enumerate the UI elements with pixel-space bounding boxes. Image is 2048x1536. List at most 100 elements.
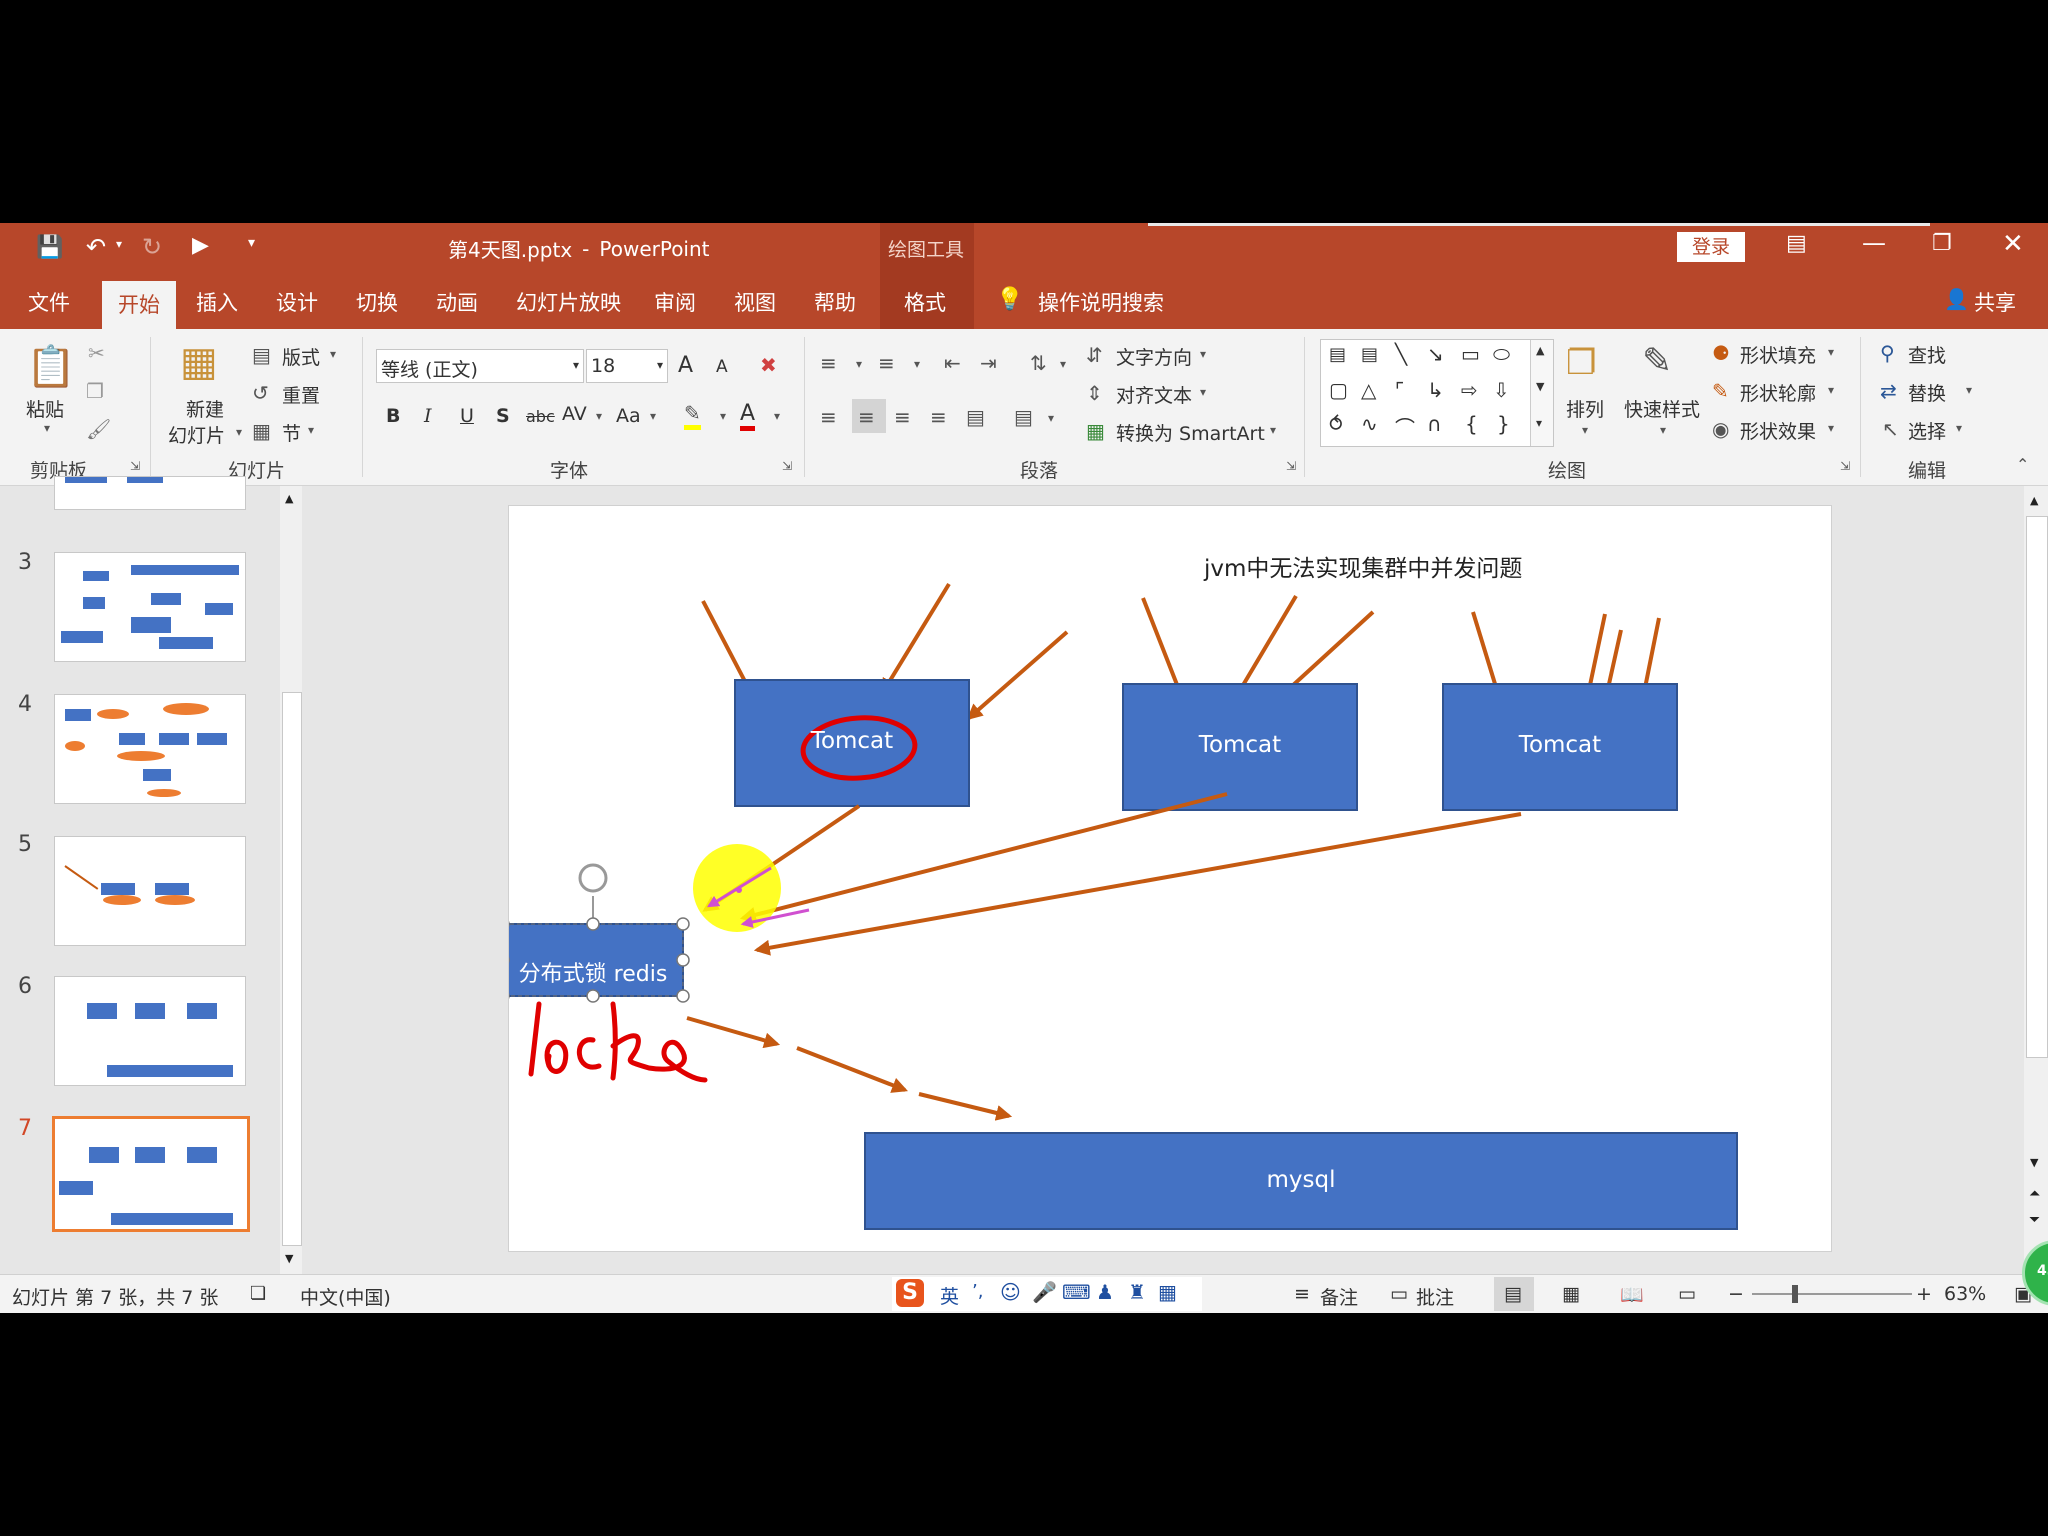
right-arrow-shape-icon[interactable]: ⇨ <box>1461 378 1478 402</box>
gallery-up-icon[interactable]: ▲ <box>1536 344 1544 357</box>
scribble-icon[interactable]: ∿ <box>1361 412 1378 436</box>
slide-thumbnail-4[interactable] <box>54 694 246 804</box>
font-size-select[interactable]: 18 ▾ <box>586 349 668 383</box>
shape-outline-icon[interactable]: ✎ <box>1712 379 1729 403</box>
lightbulb-icon[interactable]: 💡 <box>996 287 1023 312</box>
arrow-line-icon[interactable]: ↘ <box>1427 342 1444 366</box>
replace-dropdown-icon[interactable]: ▾ <box>1966 383 1972 397</box>
align-text-button[interactable]: 对齐文本 <box>1116 381 1192 408</box>
tab-transitions[interactable]: 切换 <box>356 287 398 317</box>
previous-slide-icon[interactable]: ⏶ <box>2029 1186 2040 1202</box>
arrange-dropdown-icon[interactable]: ▾ <box>1582 423 1588 437</box>
align-center-icon[interactable]: ≡ <box>858 405 875 429</box>
paste-dropdown-icon[interactable]: ▾ <box>44 421 50 435</box>
ribbon-display-options-icon[interactable]: ▤ <box>1786 231 1807 256</box>
resize-handle[interactable] <box>586 989 600 1003</box>
ime-lang[interactable]: 英 <box>940 1282 959 1309</box>
freeform-icon[interactable]: ⥀ <box>1329 412 1343 436</box>
reset-icon[interactable]: ↺ <box>252 381 269 405</box>
paste-icon[interactable]: 📋 <box>26 343 76 390</box>
new-slide-label-1[interactable]: 新建 <box>186 395 224 422</box>
slide-canvas[interactable]: jvm中无法实现集群中并发问题 Tomcat Tomcat Tomcat 分布式… <box>508 505 1832 1252</box>
distributed-icon[interactable]: ▤ <box>966 405 985 429</box>
oval-shape-icon[interactable]: ⬭ <box>1493 342 1510 366</box>
smartart-dropdown-icon[interactable]: ▾ <box>1270 423 1276 437</box>
decrease-indent-icon[interactable]: ⇤ <box>944 351 961 375</box>
tell-me-search[interactable]: 操作说明搜索 <box>1038 287 1164 317</box>
section-dropdown-icon[interactable]: ▾ <box>308 423 314 437</box>
change-case-button[interactable]: Aa <box>616 405 641 427</box>
collapse-ribbon-icon[interactable]: ⌃ <box>2016 455 2029 474</box>
layout-button[interactable]: 版式 <box>282 343 320 370</box>
reset-button[interactable]: 重置 <box>282 381 320 408</box>
tab-insert[interactable]: 插入 <box>196 287 238 317</box>
gallery-down-icon[interactable]: ▼ <box>1536 380 1544 393</box>
numbering-icon[interactable]: ≡ <box>878 351 895 375</box>
lock-request-arrow[interactable] <box>753 812 1522 956</box>
line-spacing-icon[interactable]: ⇅ <box>1030 351 1047 375</box>
char-spacing-button[interactable]: AV <box>562 403 587 425</box>
editor-scrollbar[interactable]: ▲ ▼ ⏶ ⏷ <box>2024 486 2048 1274</box>
quick-styles-button[interactable]: 快速样式 <box>1624 395 1700 422</box>
paragraph-launcher-icon[interactable]: ⇲ <box>1286 459 1296 473</box>
reading-view-icon[interactable]: 📖 <box>1620 1283 1644 1306</box>
shape-fill-icon[interactable]: ⚈ <box>1712 341 1730 365</box>
shape-fill-button[interactable]: 形状填充 <box>1740 341 1816 368</box>
restore-icon[interactable]: ❐ <box>1932 231 1952 256</box>
share-person-icon[interactable]: 👤 <box>1944 287 1969 311</box>
scroll-thumb[interactable] <box>2026 516 2048 1058</box>
comments-button[interactable]: 批注 <box>1416 1283 1454 1310</box>
font-launcher-icon[interactable]: ⇲ <box>782 459 792 473</box>
bullets-dropdown-icon[interactable]: ▾ <box>856 357 862 371</box>
scroll-up-icon[interactable]: ▲ <box>2030 494 2038 507</box>
quick-styles-dropdown-icon[interactable]: ▾ <box>1660 423 1666 437</box>
share-button[interactable]: 共享 <box>1974 287 2016 317</box>
scroll-up-icon[interactable]: ▲ <box>285 492 293 505</box>
shape-effects-icon[interactable]: ◉ <box>1712 417 1729 441</box>
request-arrow[interactable] <box>881 582 951 695</box>
minimize-icon[interactable]: — <box>1862 229 1886 257</box>
select-dropdown-icon[interactable]: ▾ <box>1956 421 1962 435</box>
replace-icon[interactable]: ⇄ <box>1880 379 1897 403</box>
rounded-rect-icon[interactable]: ▢ <box>1329 378 1348 402</box>
format-painter-icon[interactable]: 🖌 <box>86 417 111 441</box>
quick-styles-icon[interactable]: ✎ <box>1642 341 1672 382</box>
highlight-dropdown-icon[interactable]: ▾ <box>720 409 726 423</box>
elbow-arrow-icon[interactable]: ↳ <box>1427 378 1444 402</box>
redo-icon[interactable]: ↻ <box>142 233 162 261</box>
grow-font-button[interactable]: A <box>678 353 693 378</box>
drawing-launcher-icon[interactable]: ⇲ <box>1840 459 1850 473</box>
slide-thumbnail-2[interactable] <box>54 476 246 510</box>
spellcheck-icon[interactable]: ❏ <box>250 1283 266 1304</box>
tab-help[interactable]: 帮助 <box>814 287 856 317</box>
shape-effects-dropdown-icon[interactable]: ▾ <box>1828 421 1834 435</box>
vertical-text-box-icon[interactable]: ▤ <box>1361 344 1378 365</box>
clear-format-icon[interactable]: ✖ <box>760 353 777 377</box>
line-shape-icon[interactable]: ╲ <box>1395 342 1407 366</box>
slide-thumbnail-5[interactable] <box>54 836 246 946</box>
arrange-button[interactable]: 排列 <box>1566 395 1604 422</box>
db-arrow[interactable] <box>918 1092 1013 1121</box>
save-icon[interactable]: 💾 <box>36 235 63 260</box>
ime-skin-icon[interactable]: ♜ <box>1128 1280 1146 1304</box>
new-slide-label-2[interactable]: 幻灯片 <box>168 421 225 448</box>
ime-logo-icon[interactable]: S <box>896 1279 924 1307</box>
undo-dropdown-icon[interactable]: ▾ <box>116 237 122 251</box>
convert-smartart-button[interactable]: 转换为 SmartArt <box>1116 419 1265 446</box>
zoom-level[interactable]: 63% <box>1944 1283 1986 1305</box>
db-arrow[interactable] <box>796 1046 908 1093</box>
request-arrow[interactable] <box>966 630 1069 721</box>
slide-thumbnail-6[interactable] <box>54 976 246 1086</box>
slide-thumbnail-7[interactable] <box>52 1116 250 1232</box>
zoom-in-icon[interactable]: + <box>1916 1283 1932 1305</box>
gallery-more-icon[interactable]: ▾ <box>1536 416 1542 430</box>
rectangle-shape-icon[interactable]: ▭ <box>1461 342 1480 366</box>
layout-icon[interactable]: ▤ <box>252 343 271 367</box>
ime-keyboard-icon[interactable]: ⌨ <box>1062 1280 1091 1304</box>
ime-tools-icon[interactable]: ▦ <box>1158 1280 1177 1304</box>
slide-sorter-icon[interactable]: ▦ <box>1562 1283 1580 1305</box>
zoom-out-icon[interactable]: − <box>1728 1283 1744 1305</box>
text-direction-icon[interactable]: ⇵ <box>1086 343 1103 367</box>
text-direction-button[interactable]: 文字方向 <box>1116 343 1192 370</box>
login-button[interactable]: 登录 <box>1677 232 1745 262</box>
